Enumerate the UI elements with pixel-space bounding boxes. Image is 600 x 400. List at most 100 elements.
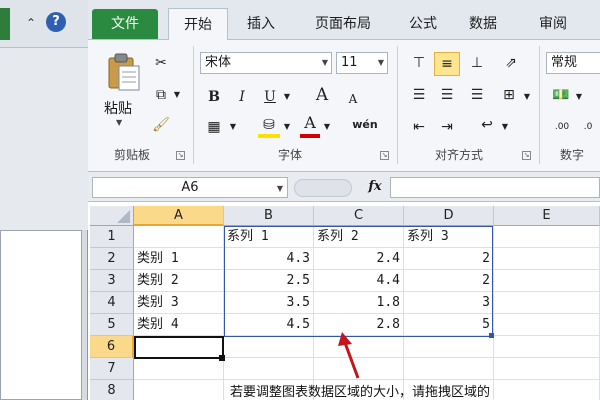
help-icon[interactable]: ? (46, 12, 66, 32)
cell-a8[interactable] (134, 380, 224, 400)
formula-input[interactable] (390, 177, 600, 198)
cell-d7[interactable] (404, 358, 494, 380)
merge-center-icon[interactable]: ⊞ (498, 86, 520, 106)
paste-dropdown-icon[interactable]: ▼ (116, 118, 122, 127)
align-right-icon[interactable]: ☰ (466, 86, 488, 106)
font-dialog-launcher-icon[interactable]: ↘ (380, 151, 389, 160)
align-bottom-icon[interactable]: ⊥ (466, 54, 488, 74)
row-header-4[interactable]: 4 (90, 292, 134, 314)
merge-dropdown-icon[interactable]: ▼ (522, 88, 532, 108)
currency-dropdown-icon[interactable]: ▼ (574, 88, 584, 108)
cell-a2[interactable]: 类别 1 (134, 248, 224, 270)
orientation-icon[interactable]: ⇗ (500, 54, 522, 74)
cell-b6[interactable] (224, 336, 314, 358)
row-header-6[interactable]: 6 (90, 336, 134, 358)
cell-e5[interactable] (494, 314, 600, 336)
align-top-icon[interactable]: ⊤ (408, 54, 430, 74)
fill-handle[interactable] (219, 355, 225, 361)
cell-a1[interactable] (134, 226, 224, 248)
font-color-button[interactable]: A (300, 114, 320, 138)
italic-button[interactable]: I (232, 88, 252, 108)
shrink-font-button[interactable]: A (344, 90, 362, 110)
paste-icon (108, 53, 140, 91)
font-size-select[interactable]: 11 ▼ (336, 52, 388, 74)
bold-button[interactable]: B (204, 88, 224, 108)
cell-a5[interactable]: 类别 4 (134, 314, 224, 336)
range-resize-handle[interactable] (489, 333, 494, 338)
name-box[interactable]: A6 ▼ (92, 177, 288, 198)
column-header-e[interactable]: E (494, 206, 600, 226)
cell-a3[interactable]: 类别 2 (134, 270, 224, 292)
tab-formulas[interactable]: 公式 (400, 8, 446, 40)
cell-a7[interactable] (134, 358, 224, 380)
ribbon-minimize-icon[interactable]: ⌃ (22, 14, 40, 32)
cut-icon[interactable]: ✂ (150, 54, 172, 74)
decrease-indent-icon[interactable]: ⇤ (408, 118, 430, 138)
cell-e1[interactable] (494, 226, 600, 248)
chevron-down-icon: ▼ (321, 58, 328, 67)
name-box-value: A6 (181, 180, 199, 195)
align-middle-icon[interactable]: ≡ (434, 52, 460, 76)
tab-data[interactable]: 数据 (460, 8, 506, 40)
cell-e4[interactable] (494, 292, 600, 314)
cell-e3[interactable] (494, 270, 600, 292)
phonetic-guide-button[interactable]: wén (352, 116, 378, 136)
column-header-c[interactable]: C (314, 206, 404, 226)
row-header-7[interactable]: 7 (90, 358, 134, 380)
fill-color-icon[interactable]: ⛁ (258, 116, 280, 138)
copy-icon[interactable]: ⧉ (150, 86, 172, 106)
row-header-5[interactable]: 5 (90, 314, 134, 336)
font-name-select[interactable]: 宋体 ▼ (200, 52, 332, 74)
tab-page-layout[interactable]: 页面布局 (300, 8, 386, 40)
cell-a4[interactable]: 类别 3 (134, 292, 224, 314)
background-window-accent (0, 8, 10, 40)
clipboard-dialog-launcher-icon[interactable]: ↘ (176, 151, 185, 160)
paste-button[interactable]: 粘贴 ▼ (100, 50, 146, 140)
column-header-a[interactable]: A (134, 206, 224, 226)
decrease-decimal-icon[interactable]: .0 (576, 118, 600, 138)
select-all-corner[interactable] (90, 206, 134, 226)
cell-d6[interactable] (404, 336, 494, 358)
chevron-down-icon: ▼ (377, 58, 384, 67)
active-cell[interactable] (134, 336, 224, 359)
tab-home[interactable]: 开始 (168, 8, 228, 41)
note-text: 若要调整图表数据区域的大小，请拖拽区域的 (230, 385, 491, 400)
tab-file[interactable]: 文件 (92, 9, 158, 39)
border-dropdown-icon[interactable]: ▼ (228, 118, 238, 138)
copy-dropdown-icon[interactable]: ▼ (172, 86, 182, 106)
increase-decimal-icon[interactable]: .00 (550, 118, 574, 138)
row-header-2[interactable]: 2 (90, 248, 134, 270)
cell-b7[interactable] (224, 358, 314, 380)
increase-indent-icon[interactable]: ⇥ (436, 118, 458, 138)
currency-icon[interactable]: 💵 (550, 86, 572, 106)
column-header-b[interactable]: B (224, 206, 314, 226)
format-painter-icon[interactable]: 🖌 (150, 116, 172, 136)
fx-icon[interactable]: fx (364, 177, 386, 198)
font-color-dropdown-icon[interactable]: ▼ (322, 118, 332, 138)
wrap-text-icon[interactable]: ↩ (476, 116, 498, 136)
wrap-dropdown-icon[interactable]: ▼ (500, 118, 510, 138)
formula-bar-splitter[interactable] (294, 179, 352, 197)
number-format-select[interactable]: 常规 (546, 52, 600, 74)
number-format-value: 常规 (551, 55, 578, 70)
annotation-arrow-icon (338, 332, 360, 379)
align-left-icon[interactable]: ☰ (408, 86, 430, 106)
align-center-icon[interactable]: ☰ (436, 86, 458, 106)
tab-insert[interactable]: 插入 (236, 8, 286, 40)
font-group-label: 字体 (277, 148, 302, 162)
row-header-8[interactable]: 8 (90, 380, 134, 400)
column-header-d[interactable]: D (404, 206, 494, 226)
underline-button[interactable]: U (260, 88, 280, 108)
border-icon[interactable]: ▦ (204, 118, 224, 138)
underline-dropdown-icon[interactable]: ▼ (282, 88, 292, 108)
fill-dropdown-icon[interactable]: ▼ (282, 118, 292, 138)
row-header-3[interactable]: 3 (90, 270, 134, 292)
alignment-dialog-launcher-icon[interactable]: ↘ (522, 151, 531, 160)
paste-label: 粘贴 (104, 101, 132, 117)
grow-font-button[interactable]: A (312, 86, 332, 106)
tab-review[interactable]: 审阅 (528, 8, 578, 40)
cell-e6[interactable] (494, 336, 600, 358)
cell-e7[interactable] (494, 358, 600, 380)
cell-e2[interactable] (494, 248, 600, 270)
row-header-1[interactable]: 1 (90, 226, 134, 248)
